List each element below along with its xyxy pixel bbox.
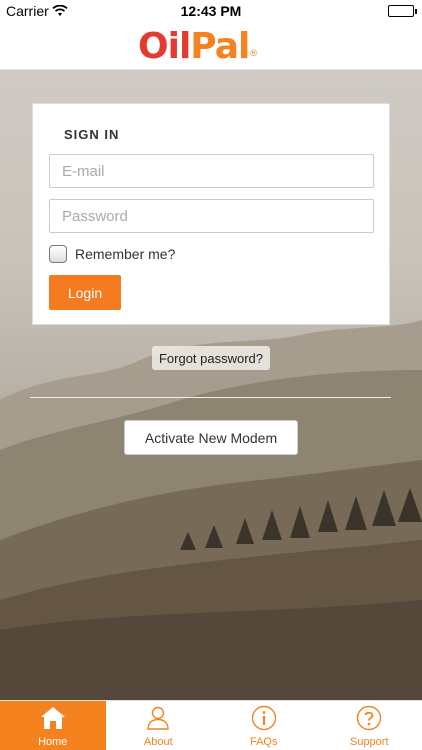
email-field[interactable] <box>49 154 374 188</box>
divider <box>30 397 391 398</box>
forgot-password-link[interactable]: Forgot password? <box>152 346 270 370</box>
tab-home[interactable]: Home <box>0 701 106 750</box>
oilpal-logo: Oil Pal ® <box>138 25 257 67</box>
password-field[interactable] <box>49 199 374 233</box>
person-icon <box>145 705 171 731</box>
signin-card: SIGN IN Remember me? Login <box>32 103 390 325</box>
logo-oil-text: Oil <box>138 25 191 67</box>
signin-title: SIGN IN <box>64 127 120 142</box>
info-icon <box>251 705 277 731</box>
tab-support-label: Support <box>349 736 389 748</box>
login-button[interactable]: Login <box>49 275 121 310</box>
tab-about-label: About <box>143 736 173 748</box>
battery-icon <box>388 5 417 17</box>
tab-bar: Home About FAQs Support <box>0 700 422 750</box>
activate-modem-button[interactable]: Activate New Modem <box>124 420 298 455</box>
status-bar: Carrier 12:43 PM <box>0 0 422 22</box>
question-icon <box>356 705 382 731</box>
tab-about[interactable]: About <box>106 701 212 750</box>
remember-me-row[interactable]: Remember me? <box>49 245 175 263</box>
app-header: Oil Pal ® <box>0 22 422 70</box>
logo-pal-text: Pal <box>190 25 250 67</box>
tab-faqs-label: FAQs <box>249 736 278 748</box>
clock: 12:43 PM <box>180 3 242 19</box>
remember-me-checkbox[interactable] <box>49 245 67 263</box>
tab-home-label: Home <box>38 736 68 748</box>
registered-mark: ® <box>250 48 257 58</box>
remember-me-label: Remember me? <box>75 246 176 262</box>
tab-support[interactable]: Support <box>317 701 422 750</box>
home-icon <box>40 705 66 731</box>
tab-faqs[interactable]: FAQs <box>211 701 317 750</box>
